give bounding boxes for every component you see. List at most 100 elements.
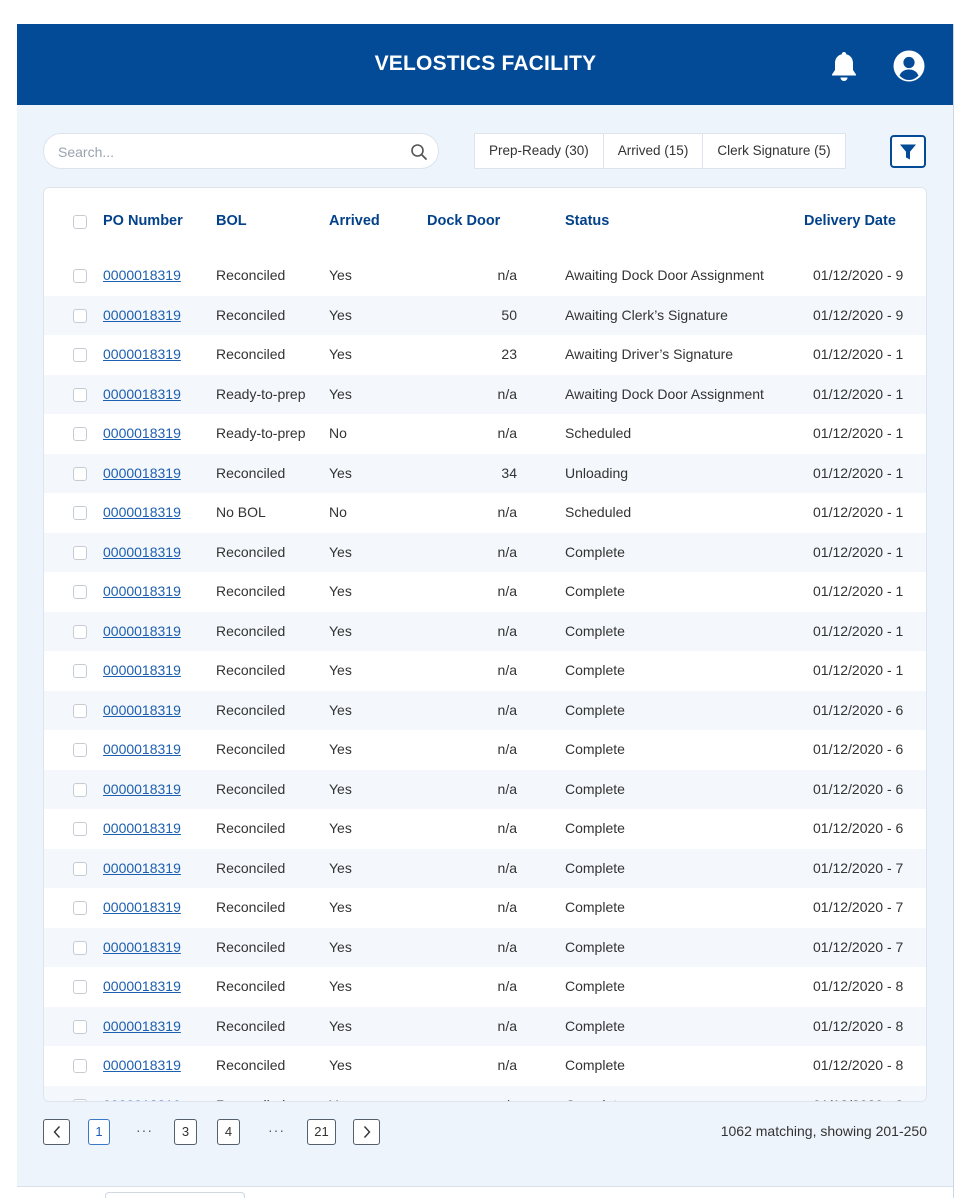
status-cell: Complete xyxy=(565,780,625,797)
row-checkbox[interactable] xyxy=(73,1019,87,1034)
select-all-checkbox[interactable] xyxy=(73,215,87,229)
po-number-link[interactable]: 0000018319 xyxy=(103,1018,181,1034)
next-page-button[interactable] xyxy=(353,1119,380,1145)
table-row[interactable]: 0000018319 Reconciled Yes n/a Complete 01/12/… xyxy=(44,690,926,730)
row-checkbox[interactable] xyxy=(73,624,87,639)
po-number-link[interactable]: 0000018319 xyxy=(103,623,181,639)
row-checkbox[interactable] xyxy=(73,308,87,323)
row-checkbox[interactable] xyxy=(73,940,87,955)
row-checkbox[interactable] xyxy=(73,901,87,915)
row-checkbox[interactable] xyxy=(73,506,87,520)
column-header-dock-door[interactable]: Dock Door xyxy=(427,213,500,229)
delivery-date-cell: 01/12/2020 - 8 xyxy=(813,1097,923,1102)
po-number-link[interactable]: 0000018319 xyxy=(103,939,181,955)
page-button-1[interactable]: 1 xyxy=(88,1119,110,1145)
column-header-status[interactable]: Status xyxy=(565,213,609,229)
row-checkbox[interactable] xyxy=(73,980,87,994)
po-number-link[interactable]: 0000018319 xyxy=(103,781,181,797)
po-number-link[interactable]: 0000018319 xyxy=(103,544,181,560)
column-header-arrived[interactable]: Arrived xyxy=(329,213,380,229)
dock-door-cell: n/a xyxy=(497,978,517,994)
table-row[interactable]: 0000018319 Ready-to-prep Yes n/a Awaiting Do… xyxy=(44,374,926,414)
column-header-po-number[interactable]: PO Number xyxy=(103,213,183,229)
filter-prep-ready[interactable]: Prep-Ready (30) xyxy=(475,134,604,168)
table-row[interactable]: 0000018319 Reconciled Yes n/a Complete 01/12/… xyxy=(44,927,926,967)
po-number-link[interactable]: 0000018319 xyxy=(103,583,181,599)
page-button-3[interactable]: 3 xyxy=(174,1119,197,1145)
row-checkbox[interactable] xyxy=(73,703,87,718)
po-number-link[interactable]: 0000018319 xyxy=(103,741,181,757)
po-number-link[interactable]: 0000018319 xyxy=(103,1057,181,1073)
table-row[interactable]: 0000018319 Reconciled Yes n/a Complete 01/12/… xyxy=(44,651,926,691)
prev-page-button[interactable] xyxy=(43,1119,70,1145)
row-checkbox[interactable] xyxy=(73,545,87,560)
page-button-21[interactable]: 21 xyxy=(307,1119,336,1145)
po-number-link[interactable]: 0000018319 xyxy=(103,662,181,678)
bell-icon[interactable] xyxy=(829,50,859,82)
po-number-link[interactable]: 0000018319 xyxy=(103,899,181,915)
delivery-date-cell: 01/12/2020 - 1 xyxy=(813,385,904,402)
table-row[interactable]: 0000018319 Reconciled Yes n/a Awaiting Dock … xyxy=(44,256,926,296)
po-number-link[interactable]: 0000018319 xyxy=(103,1097,181,1102)
table-row[interactable]: 0000018319 No BOL No n/a Scheduled 01/12/2020… xyxy=(44,493,926,533)
table-row[interactable]: 0000018319 Reconciled Yes 34 Unloading 01/12/… xyxy=(44,453,926,493)
status-cell: Scheduled xyxy=(565,425,632,441)
row-checkbox[interactable] xyxy=(73,861,87,876)
row-checkbox[interactable] xyxy=(73,466,87,481)
table-row[interactable]: 0000018319 Reconciled Yes n/a Complete 01/12/… xyxy=(44,1006,926,1046)
table-row[interactable]: 0000018319 Reconciled Yes n/a Complete 01/12/… xyxy=(44,572,926,612)
po-number-link[interactable]: 0000018319 xyxy=(103,860,181,876)
delivery-date-cell: 01/12/2020 - 1 xyxy=(813,464,904,481)
bol-cell: Ready-to-prep xyxy=(216,425,306,441)
arrived-cell: Yes xyxy=(329,346,352,362)
table-row[interactable]: 0000018319 Reconciled Yes n/a Complete 01/12/… xyxy=(44,967,926,1007)
column-header-bol[interactable]: BOL xyxy=(216,213,247,229)
bol-cell: Reconciled xyxy=(216,622,286,639)
table-row[interactable]: 0000018319 Reconciled Yes n/a Complete 01/12/… xyxy=(44,888,926,928)
po-number-link[interactable]: 0000018319 xyxy=(103,307,181,323)
row-checkbox[interactable] xyxy=(73,664,87,678)
table-row[interactable]: 0000018319 Reconciled Yes n/a Complete 01/12/… xyxy=(44,730,926,770)
column-header-delivery-date[interactable]: Delivery Date xyxy=(804,213,896,229)
table-row[interactable]: 0000018319 Reconciled Yes 50 Awaiting Clerk’… xyxy=(44,295,926,335)
bol-cell: Reconciled xyxy=(216,464,286,481)
dock-door-cell: n/a xyxy=(497,780,517,797)
filter-arrived[interactable]: Arrived (15) xyxy=(604,134,704,168)
filter-clerk-signature[interactable]: Clerk Signature (5) xyxy=(703,134,844,168)
page-button-4[interactable]: 4 xyxy=(217,1119,240,1145)
search-input[interactable] xyxy=(58,142,398,162)
po-number-link[interactable]: 0000018319 xyxy=(103,820,181,836)
po-number-link[interactable]: 0000018319 xyxy=(103,267,181,283)
row-checkbox[interactable] xyxy=(73,348,87,362)
po-number-link[interactable]: 0000018319 xyxy=(103,702,181,718)
table-row[interactable]: 0000018319 Ready-to-prep No n/a Scheduled 01/… xyxy=(44,414,926,454)
po-number-link[interactable]: 0000018319 xyxy=(103,465,181,481)
table-row[interactable]: 0000018319 Reconciled Yes n/a Complete 01/12/… xyxy=(44,611,926,651)
po-number-link[interactable]: 0000018319 xyxy=(103,346,181,362)
table-row[interactable]: 0000018319 Reconciled Yes n/a Complete 01/12/… xyxy=(44,1046,926,1086)
table-row[interactable]: 0000018319 Reconciled Yes n/a Complete 01/12/… xyxy=(44,532,926,572)
po-number-link[interactable]: 0000018319 xyxy=(103,504,181,520)
row-checkbox[interactable] xyxy=(73,387,87,402)
table-row[interactable]: 0000018319 Reconciled Yes n/a Complete 01/12/… xyxy=(44,1085,926,1102)
table-row[interactable]: 0000018319 Reconciled Yes 23 Awaiting Driver… xyxy=(44,335,926,375)
po-number-link[interactable]: 0000018319 xyxy=(103,386,181,402)
bol-cell: Reconciled xyxy=(216,662,286,678)
table-row[interactable]: 0000018319 Reconciled Yes n/a Complete 01/12/… xyxy=(44,809,926,849)
row-checkbox[interactable] xyxy=(73,269,87,283)
row-checkbox[interactable] xyxy=(73,822,87,836)
filter-button[interactable] xyxy=(890,135,926,168)
po-number-link[interactable]: 0000018319 xyxy=(103,978,181,994)
po-number-link[interactable]: 0000018319 xyxy=(103,425,181,441)
search-icon[interactable] xyxy=(410,143,428,161)
table-row[interactable]: 0000018319 Reconciled Yes n/a Complete 01/12/… xyxy=(44,769,926,809)
user-circle-icon[interactable] xyxy=(893,50,925,82)
row-checkbox[interactable] xyxy=(73,743,87,757)
row-checkbox[interactable] xyxy=(73,782,87,797)
row-checkbox[interactable] xyxy=(73,1098,87,1101)
row-checkbox[interactable] xyxy=(73,427,87,441)
table-row[interactable]: 0000018319 Reconciled Yes n/a Complete 01/12/… xyxy=(44,848,926,888)
dock-door-cell: n/a xyxy=(427,1097,517,1102)
row-checkbox[interactable] xyxy=(73,585,87,599)
row-checkbox[interactable] xyxy=(73,1059,87,1073)
